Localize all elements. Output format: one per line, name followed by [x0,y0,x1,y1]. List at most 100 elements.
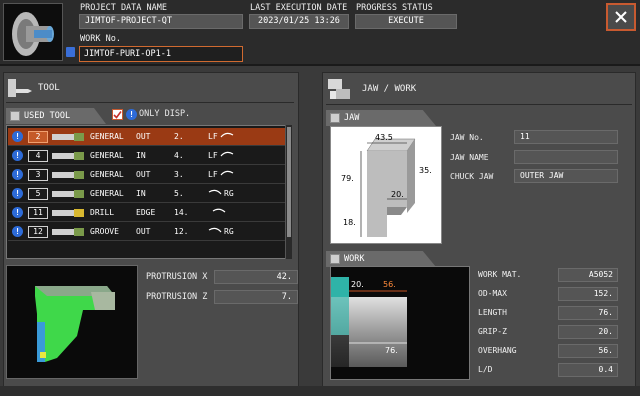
jaw-work-section-title: JAW / WORK [362,84,417,94]
tool-number: 2 [28,131,48,143]
chuck-jaw-label: CHUCK JAW [450,172,494,181]
work-dimension-diagram: 56. 20. 76. [330,266,470,380]
hand-arrow-icon [220,131,234,143]
drill-icon [52,209,84,217]
tool-position: 2. [174,132,184,141]
divider [6,102,294,103]
groove-tool-icon [52,228,84,236]
tab-jaw[interactable]: JAW [326,110,436,126]
checkmark-icon [113,111,122,119]
progress-status-value: EXECUTE [355,14,457,29]
overhang-value: 56. [558,344,618,358]
last-execution-value: 2023/01/25 13:26 [249,14,349,29]
tool-type: GENERAL [90,189,124,198]
tool-number: 3 [28,169,48,181]
tool-position: 4. [174,151,184,160]
tool-hand: LF [208,170,218,179]
work-no-field[interactable]: JIMTOF-PURI-OP1-1 [79,46,243,62]
last-execution-label: LAST EXECUTION DATE [250,3,348,13]
tool-number: 11 [28,207,48,219]
tool-type: GENERAL [90,170,124,179]
protrusion-x-value: 42. [214,270,298,284]
protrusion-z-label: PROTRUSION Z [146,292,208,302]
tool-type: GROOVE [90,227,119,236]
grip-z-value: 20. [558,325,618,339]
tool-direction: IN [136,151,146,160]
bottom-strip [0,386,640,396]
jaw-no-label: JAW No. [450,133,484,142]
jaw-icon [330,113,340,123]
chuck-jaw-value: OUTER JAW [514,169,618,183]
tool-row[interactable]: ! 2 GENERAL OUT 2. LF [8,128,291,146]
jaw-dim-bottom: 18. [343,218,356,227]
grip-z-label: GRIP-Z [478,327,507,336]
work-dim-overhang: 56. [383,280,396,289]
jaw-name-label: JAW NAME [450,153,489,162]
tool-type: DRILL [90,208,115,217]
info-icon: ! [12,169,23,180]
jaw-name-value [514,150,618,164]
tool-direction: OUT [136,170,151,179]
protrusion-x-label: PROTRUSION X [146,272,208,282]
l-d-value: 0.4 [558,363,618,377]
l-d-label: L/D [478,365,493,374]
scrollbar-thumb[interactable] [287,127,291,237]
info-icon: ! [12,150,23,161]
work-piece-icon [330,254,340,264]
length-label: LENGTH [478,308,507,317]
overhang-label: OVERHANG [478,346,517,355]
work-tab-label: WORK [344,254,365,264]
tool-table: ! 2 GENERAL OUT 2. LF! 4 GENERAL IN 4. LF! 3 GENERAL… [6,125,292,259]
close-button[interactable] [606,3,636,31]
tool-section-title: TOOL [38,83,60,93]
tool-protrusion-view [6,265,138,379]
lathe-thumbnail-image [3,3,63,61]
jaw-dim-step: 20. [391,190,404,199]
work-mat-label: WORK MAT. [478,270,522,279]
project-name-value: JIMTOF-PROJECT-QT [79,14,243,29]
work-dim-grip: 20. [351,280,364,289]
info-icon: ! [12,188,23,199]
tool-direction: OUT [136,132,151,141]
tool-position: 3. [174,170,184,179]
tool-number: 12 [28,226,48,238]
wrench-general-icon [52,190,84,198]
jaw-no-value: 11 [514,130,618,144]
wrench-general-icon [52,152,84,160]
hand-arrow-icon [212,207,226,219]
tool-direction: OUT [136,227,151,236]
tool-hand: RG [224,227,234,236]
tool-row[interactable]: ! 12 GROOVE OUT 12. RG [8,223,291,241]
tool-position: 5. [174,189,184,198]
hand-arrow-icon [208,188,222,200]
tool-row[interactable]: ! 3 GENERAL OUT 3. LF [8,166,291,184]
jaw-work-section-header: JAW / WORK [326,76,416,102]
work-file-icon [66,47,75,57]
info-icon: ! [12,207,23,218]
header-bar: PROJECT DATA NAME JIMTOF-PROJECT-QT LAST… [0,0,640,66]
tool-hand: LF [208,132,218,141]
tab-used-tool[interactable]: USED TOOL [6,108,106,124]
tool-row[interactable]: ! 4 GENERAL IN 4. LF [8,147,291,165]
used-tool-tab-label: USED TOOL [24,111,71,121]
tool-table-scrollbar[interactable] [285,125,292,259]
wrench-general-icon [52,133,84,141]
work-dim-length: 76. [385,346,398,355]
divider [326,104,632,105]
tab-work[interactable]: WORK [326,251,436,267]
jaw-dim-side: 35. [419,166,432,175]
tool-position: 12. [174,227,189,236]
tool-section-header: TOOL [6,76,60,100]
tool-row[interactable]: ! 5 GENERAL IN 5. RG [8,185,291,203]
od-max-label: OD-MAX [478,289,507,298]
project-name-label: PROJECT DATA NAME [80,3,167,13]
tool-hand: RG [224,189,234,198]
tool-type: GENERAL [90,132,124,141]
hand-arrow-icon [220,169,234,181]
hand-arrow-icon [220,150,234,162]
only-disp-checkbox[interactable] [112,109,123,120]
tool-holder-icon [8,79,32,97]
od-max-value: 152. [558,287,618,301]
tool-number: 4 [28,150,48,162]
tool-row[interactable]: ! 11 DRILL EDGE 14. [8,204,291,222]
